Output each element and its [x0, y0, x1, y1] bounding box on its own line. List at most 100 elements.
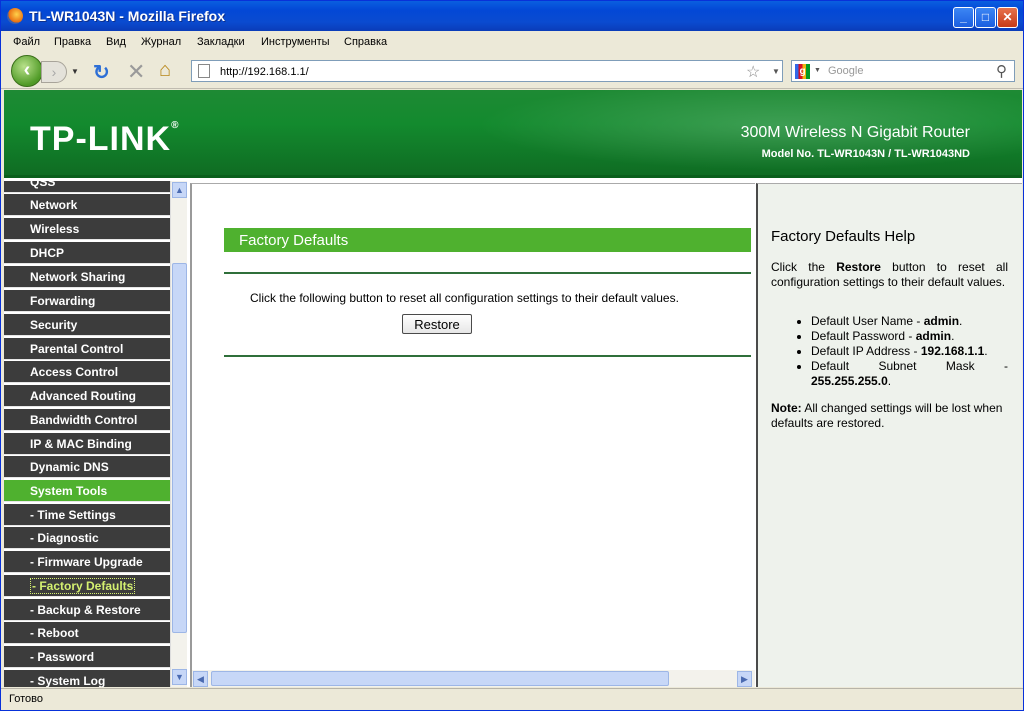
help-pane: Factory Defaults Help Click the Restore … [756, 183, 1022, 687]
note-label: Note: [771, 401, 802, 415]
menu-help[interactable]: Справка [344, 36, 387, 48]
search-box[interactable]: g ▼ Google ⚲ [791, 60, 1015, 82]
list-item: Default Subnet Mask - 255.255.255.0. [811, 359, 1008, 389]
close-button[interactable]: ✕ [997, 7, 1018, 28]
menu-bookmarks[interactable]: Закладки [197, 36, 245, 48]
status-text: Готово [9, 693, 43, 705]
divider [224, 272, 751, 274]
default-values-list: Default User Name - admin. Default Passw… [795, 314, 1008, 389]
sidebar-item-system-tools[interactable]: System Tools [4, 480, 170, 502]
sidebar-item-security[interactable]: Security [4, 314, 170, 336]
sidebar-menu: QSS Network Wireless DHCP Network Sharin… [4, 181, 170, 687]
sidebar-item-advanced-routing[interactable]: Advanced Routing [4, 385, 170, 407]
minimize-button[interactable]: _ [953, 7, 974, 28]
sidebar-item-dhcp[interactable]: DHCP [4, 242, 170, 264]
sidebar-item-ip-mac-binding[interactable]: IP & MAC Binding [4, 433, 170, 455]
menu-edit[interactable]: Правка [54, 36, 91, 48]
model-number: Model No. TL-WR1043N / TL-WR1043ND [761, 148, 970, 160]
stop-icon[interactable]: ✕ [127, 59, 145, 85]
history-dropdown-icon[interactable]: ▼ [71, 67, 79, 76]
sidebar-item-label: Parental Control [30, 342, 124, 356]
page-title: Factory Defaults [239, 232, 349, 249]
sidebar-item-forwarding[interactable]: Forwarding [4, 290, 170, 312]
product-name: 300M Wireless N Gigabit Router [740, 124, 970, 141]
sidebar-item-label: Security [30, 318, 78, 332]
sidebar-item-label: Dynamic DNS [30, 460, 109, 474]
punctuation: . [951, 329, 955, 343]
sidebar-item-dynamic-dns[interactable]: Dynamic DNS [4, 456, 170, 478]
sidebar-item-label: - Diagnostic [30, 531, 99, 545]
sidebar-item-access-control[interactable]: Access Control [4, 361, 170, 383]
sidebar-item-network-sharing[interactable]: Network Sharing [4, 266, 170, 288]
sidebar-item-system-log[interactable]: - System Log [4, 670, 170, 687]
scroll-left-icon[interactable]: ◀ [193, 671, 208, 687]
list-item: Default User Name - admin. [811, 314, 1008, 329]
bookmark-star-icon[interactable]: ☆ [746, 62, 760, 82]
sidebar-item-label: - Factory Defaults [30, 578, 136, 594]
menu-bar: Файл Правка Вид Журнал Закладки Инструме… [1, 31, 1023, 53]
default-value: admin [915, 329, 952, 343]
firefox-icon [7, 8, 23, 24]
search-input[interactable]: Google [828, 65, 863, 77]
scroll-up-icon[interactable]: ▲ [172, 182, 187, 198]
sidebar-item-diagnostic[interactable]: - Diagnostic [4, 527, 170, 549]
sidebar-item-password[interactable]: - Password [4, 646, 170, 668]
list-item: Default Password - admin. [811, 329, 1008, 344]
sidebar-item-label: - Backup & Restore [30, 603, 141, 617]
sidebar-item-label: Forwarding [30, 294, 96, 308]
sidebar-item-label: Advanced Routing [30, 389, 137, 403]
sidebar-item-label: IP & MAC Binding [30, 437, 132, 451]
sidebar-item-label: - Reboot [30, 626, 79, 640]
reload-icon[interactable]: ↻ [93, 60, 110, 85]
google-icon[interactable]: g [795, 64, 810, 79]
search-magnifier-icon[interactable]: ⚲ [996, 62, 1007, 80]
default-value: 255.255.255.0 [811, 374, 888, 388]
url-input[interactable]: http://192.168.1.1/ [220, 66, 309, 78]
address-bar[interactable]: http://192.168.1.1/ ☆ ▼ [191, 60, 783, 82]
sidebar-item-wireless[interactable]: Wireless [4, 218, 170, 240]
sidebar-item-label: QSS [30, 181, 56, 189]
restore-button[interactable]: Restore [402, 314, 472, 334]
sidebar-item-backup-restore[interactable]: - Backup & Restore [4, 599, 170, 621]
status-bar: Готово [1, 688, 1023, 710]
punctuation: . [887, 374, 892, 388]
scrollbar-thumb[interactable] [211, 671, 669, 686]
search-engine-dropdown-icon[interactable]: ▼ [814, 67, 821, 74]
divider [224, 355, 751, 357]
note-text: All changed settings will be lost when d… [771, 401, 1003, 430]
sidebar-scrollbar[interactable]: ▲ ▼ [170, 181, 187, 687]
default-label: Default Subnet Mask - [811, 359, 1008, 373]
sidebar-item-label: Bandwidth Control [30, 413, 138, 427]
home-icon[interactable]: ⌂ [159, 59, 171, 82]
menu-history[interactable]: Журнал [141, 36, 181, 48]
sidebar-item-factory-defaults[interactable]: - Factory Defaults [4, 575, 170, 597]
sidebar-item-label: Network [30, 198, 78, 212]
scrollbar-thumb[interactable] [172, 263, 187, 633]
sidebar-item-reboot[interactable]: - Reboot [4, 622, 170, 644]
menu-file[interactable]: Файл [13, 36, 40, 48]
sidebar-item-bandwidth-control[interactable]: Bandwidth Control [4, 409, 170, 431]
sidebar-item-network[interactable]: Network [4, 194, 170, 216]
router-banner: TP-LINK® 300M Wireless N Gigabit Router … [4, 90, 1022, 178]
scroll-down-icon[interactable]: ▼ [172, 669, 187, 685]
horizontal-scrollbar[interactable]: ◀ ▶ [192, 670, 755, 687]
sidebar-item-qss[interactable]: QSS [4, 181, 170, 193]
default-label: Default IP Address - [811, 344, 921, 358]
list-item: Default IP Address - 192.168.1.1. [811, 344, 1008, 359]
sidebar-item-label: - Time Settings [30, 508, 116, 522]
scroll-right-icon[interactable]: ▶ [737, 671, 752, 687]
sidebar-item-label: Network Sharing [30, 270, 126, 284]
url-dropdown-icon[interactable]: ▼ [772, 67, 780, 76]
sidebar-item-parental-control[interactable]: Parental Control [4, 338, 170, 360]
logo-text: TP-LINK [30, 120, 172, 158]
menu-view[interactable]: Вид [106, 36, 126, 48]
sidebar-item-time-settings[interactable]: - Time Settings [4, 504, 170, 526]
back-button[interactable]: ‹ [11, 55, 43, 87]
sidebar-item-firmware-upgrade[interactable]: - Firmware Upgrade [4, 551, 170, 573]
maximize-button[interactable]: □ [975, 7, 996, 28]
sidebar-item-label: DHCP [30, 246, 65, 260]
menu-tools[interactable]: Инструменты [261, 36, 330, 48]
navigation-toolbar: ‹ › ▼ ↻ ✕ ⌂ http://192.168.1.1/ ☆ ▼ g ▼ … [1, 53, 1023, 89]
punctuation: . [984, 344, 988, 358]
forward-button[interactable]: › [41, 61, 67, 83]
